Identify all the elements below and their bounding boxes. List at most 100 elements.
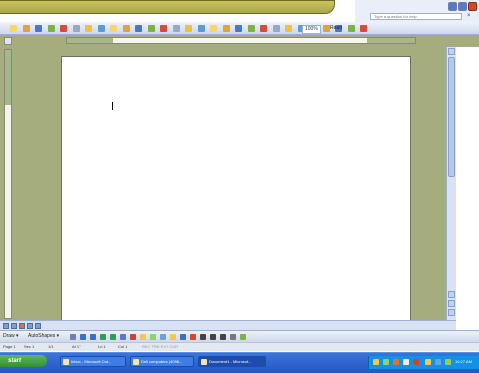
zoom-box[interactable]: 100% xyxy=(302,25,321,34)
left-margin-shade xyxy=(67,38,113,43)
tray-icon[interactable] xyxy=(383,359,389,365)
tab-selector-button[interactable] xyxy=(4,37,12,45)
cut-icon[interactable] xyxy=(122,25,130,32)
right-margin-shade xyxy=(367,38,415,43)
scroll-thumb[interactable] xyxy=(448,57,455,177)
horizontal-scrollbar[interactable] xyxy=(0,320,456,330)
columns-icon[interactable] xyxy=(247,25,255,32)
rectangle-icon[interactable] xyxy=(100,334,106,340)
dash-style-icon[interactable] xyxy=(210,334,216,340)
reading-layout-view-button[interactable] xyxy=(35,323,41,329)
outline-view-button[interactable] xyxy=(27,323,33,329)
font-color-icon[interactable] xyxy=(190,334,196,340)
word-icon xyxy=(201,359,207,365)
fill-color-icon[interactable] xyxy=(170,334,176,340)
outlook-icon xyxy=(63,359,69,365)
show-hide-icon[interactable] xyxy=(285,25,292,32)
redo-icon[interactable] xyxy=(185,25,192,32)
status-bar: Page 1 Sec 1 1/1 At 1" Ln 1 Col 1 REC TR… xyxy=(0,342,479,351)
taskbar-item-label: Dell computers (4096... xyxy=(141,359,183,364)
arrow-icon[interactable] xyxy=(90,334,96,340)
clipart-icon[interactable] xyxy=(150,334,156,340)
previous-page-button[interactable] xyxy=(448,291,455,298)
paste-icon[interactable] xyxy=(147,25,155,32)
document-page[interactable] xyxy=(61,56,411,322)
insert-excel-icon[interactable] xyxy=(235,25,242,32)
restore-button[interactable] xyxy=(458,2,467,11)
bold-icon[interactable] xyxy=(322,25,330,32)
permission-icon[interactable] xyxy=(47,25,55,32)
tray-icon[interactable] xyxy=(413,359,419,365)
hyperlink-icon[interactable] xyxy=(197,25,205,32)
next-page-button[interactable] xyxy=(448,309,455,316)
print-icon[interactable] xyxy=(72,25,80,32)
open-icon[interactable] xyxy=(22,25,30,32)
taskbar-item-browser[interactable]: Dell computers (4096... xyxy=(130,356,194,367)
drawing-toolbar: Draw ▾ AutoShapes ▾ xyxy=(0,330,479,342)
normal-view-button[interactable] xyxy=(3,323,9,329)
save-icon[interactable] xyxy=(35,25,42,32)
research-icon[interactable] xyxy=(110,25,117,32)
taskbar-item-outlook[interactable]: Inbox - Microsoft Out... xyxy=(60,356,126,367)
email-icon[interactable] xyxy=(60,25,67,32)
undo-icon[interactable] xyxy=(172,25,180,32)
tray-icon[interactable] xyxy=(403,359,409,365)
font-color-icon[interactable] xyxy=(347,25,355,32)
wordart-icon[interactable] xyxy=(130,334,136,340)
bullets-icon[interactable] xyxy=(360,25,367,32)
tray-icon[interactable] xyxy=(425,359,431,365)
select-browse-object-button[interactable] xyxy=(448,300,455,307)
taskbar-item-label: Document1 - Microsof... xyxy=(209,359,252,364)
status-line: Ln 1 xyxy=(98,344,106,349)
select-objects-icon[interactable] xyxy=(70,334,76,340)
line-icon[interactable] xyxy=(80,334,86,340)
tray-icon[interactable] xyxy=(393,359,399,365)
minimize-button[interactable] xyxy=(448,2,457,11)
tray-icon[interactable] xyxy=(435,359,441,365)
textbox-icon[interactable] xyxy=(120,334,126,340)
format-painter-icon[interactable] xyxy=(160,25,167,32)
web-layout-view-button[interactable] xyxy=(11,323,17,329)
scroll-up-button[interactable] xyxy=(448,48,455,55)
shadow-icon[interactable] xyxy=(230,334,236,340)
top-margin-shade xyxy=(5,50,11,105)
arrow-style-icon[interactable] xyxy=(220,334,226,340)
read-button[interactable]: Read xyxy=(330,25,342,32)
drawing-icon[interactable] xyxy=(260,25,267,32)
status-modes: REC TRK EXT OVR xyxy=(142,344,179,349)
copy-icon[interactable] xyxy=(135,25,142,32)
tray-icon[interactable] xyxy=(373,359,379,365)
start-button[interactable]: start xyxy=(0,355,47,367)
taskbar-item-label: Inbox - Microsoft Out... xyxy=(71,359,112,364)
taskbar: start Inbox - Microsoft Out... Dell comp… xyxy=(0,352,479,373)
new-icon[interactable] xyxy=(10,25,17,32)
draw-menu-button[interactable]: Draw ▾ xyxy=(3,333,19,340)
spelling-icon[interactable] xyxy=(97,25,105,32)
text-cursor xyxy=(112,102,113,110)
3d-icon[interactable] xyxy=(240,334,246,340)
taskbar-item-word[interactable]: Document1 - Microsof... xyxy=(198,356,266,367)
autoshapes-menu-button[interactable]: AutoShapes ▾ xyxy=(28,333,59,340)
oval-icon[interactable] xyxy=(110,334,116,340)
diagram-icon[interactable] xyxy=(140,334,146,340)
ruler-row xyxy=(0,35,479,47)
window-controls xyxy=(355,0,479,12)
close-button[interactable] xyxy=(468,2,477,11)
close-document-button[interactable]: × xyxy=(467,13,471,19)
tables-borders-icon[interactable] xyxy=(210,25,217,32)
tray-icon[interactable] xyxy=(445,359,451,365)
line-style-icon[interactable] xyxy=(200,334,206,340)
horizontal-ruler[interactable] xyxy=(66,37,416,44)
picture-icon[interactable] xyxy=(160,334,166,340)
vertical-scrollbar[interactable] xyxy=(446,47,456,320)
standard-toolbar: 100% Read xyxy=(0,22,479,35)
print-preview-icon[interactable] xyxy=(85,25,92,32)
help-search-input[interactable]: Type a question for help xyxy=(370,13,462,20)
top-banner-shape xyxy=(0,0,335,14)
vertical-ruler[interactable] xyxy=(4,49,12,319)
insert-table-icon[interactable] xyxy=(222,25,230,32)
line-color-icon[interactable] xyxy=(180,334,186,340)
menu-bar: Type a question for help × xyxy=(355,12,479,22)
document-map-icon[interactable] xyxy=(272,25,280,32)
print-layout-view-button[interactable] xyxy=(19,323,25,329)
